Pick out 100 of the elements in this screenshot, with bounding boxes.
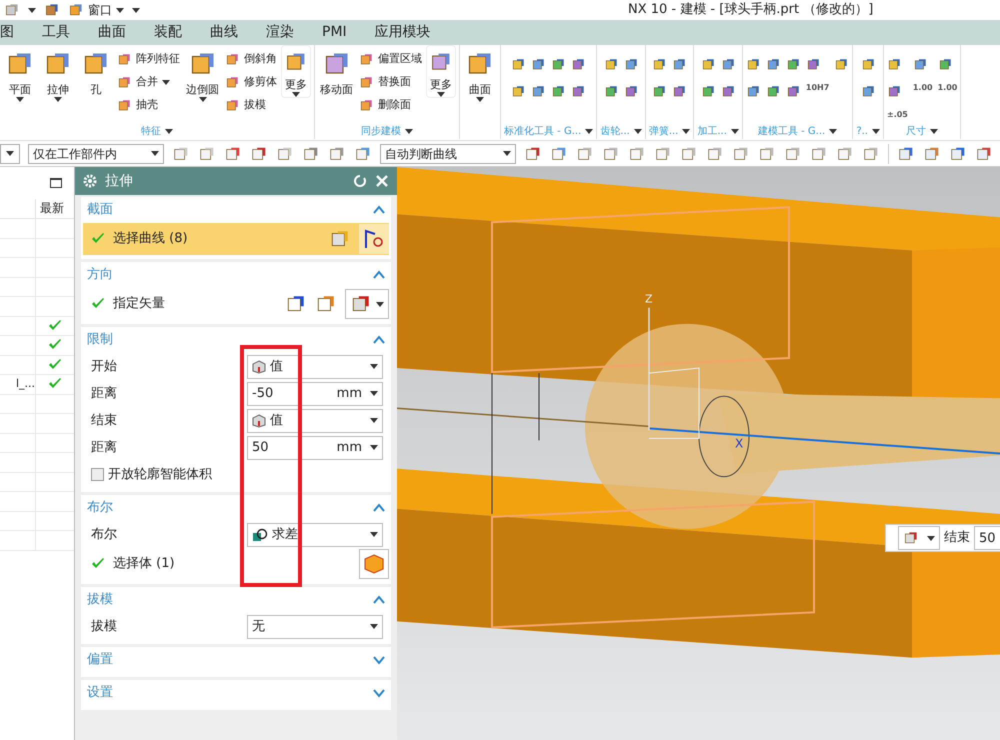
section-title[interactable]: 方向 (87, 265, 373, 285)
section-title[interactable]: 截面 (87, 200, 373, 220)
ribbon-button[interactable]: 移动面 (318, 45, 355, 102)
caret-icon (370, 418, 378, 423)
unit-dropdown[interactable]: mm (320, 382, 382, 404)
caret-icon (370, 624, 378, 629)
caret-icon (376, 302, 384, 306)
section-title[interactable]: 布尔 (87, 498, 373, 518)
expand-chevron-icon[interactable] (373, 655, 385, 665)
subtract-icon (252, 528, 268, 542)
caret-icon (6, 151, 14, 156)
dimension-label: 1.00 (912, 84, 933, 94)
ribbon-group-label: 标准化工具 - G... (504, 124, 582, 138)
body-select-button[interactable] (359, 549, 389, 579)
end-distance-input[interactable]: 50 (974, 526, 1000, 550)
field-label: 结束 (91, 412, 118, 430)
ribbon-group-label: 齿轮... (600, 124, 630, 138)
caret-icon (370, 445, 378, 450)
ribbon-button[interactable]: 孔 (79, 45, 113, 102)
unit-dropdown[interactable]: mm (320, 436, 382, 458)
ribbon-small-button[interactable]: 偏置区域 (359, 49, 422, 69)
collapse-chevron-icon[interactable] (373, 205, 385, 215)
caret-icon (503, 151, 511, 156)
expand-chevron-icon[interactable] (373, 688, 385, 698)
collapse-chevron-icon[interactable] (373, 335, 385, 345)
dimension-label: ±.05 (886, 111, 908, 119)
selection-label: 选择曲线 (8) (113, 230, 189, 248)
collapse-chevron-icon[interactable] (373, 503, 385, 513)
caret-icon (165, 128, 173, 134)
more-button[interactable]: 更多 (426, 45, 456, 98)
feature-name: l_... (16, 376, 35, 392)
customize-caret-icon (132, 8, 140, 12)
caret-icon (927, 536, 935, 540)
caret-icon (370, 364, 378, 369)
caret-icon (634, 128, 642, 134)
menu-tab[interactable]: 装配 (154, 22, 182, 43)
ribbon-group-label: 同步建模 (361, 124, 401, 138)
ribbon-small-button[interactable]: 替换面 (359, 72, 422, 92)
menu-tab[interactable]: 应用模块 (374, 22, 431, 43)
menu-tab[interactable]: 工具 (42, 22, 70, 43)
ribbon-button[interactable]: 曲面 (463, 45, 497, 102)
caret-icon (370, 391, 378, 396)
checkbox[interactable] (91, 468, 104, 481)
selection-label: 选择体 (1) (113, 555, 176, 574)
dropdown-field[interactable]: 无 (247, 614, 383, 638)
collapse-chevron-icon[interactable] (373, 270, 385, 280)
ribbon-small-button[interactable]: 阵列特征 (117, 49, 180, 69)
dropdown-field[interactable]: 值 (247, 354, 383, 378)
dropdown-field[interactable]: 值 (247, 408, 383, 432)
menu-tab[interactable]: 图 (0, 22, 14, 43)
distance-field[interactable]: -50 mm (247, 382, 383, 406)
distance-field[interactable]: 50 mm (247, 436, 383, 460)
limit-type-dropdown[interactable] (898, 526, 940, 550)
ribbon-button[interactable]: 拉伸 (41, 45, 75, 102)
dropdown-field[interactable]: 求差 (247, 522, 383, 546)
settings-icon[interactable] (83, 174, 97, 188)
window-menu[interactable]: 窗口 (68, 1, 124, 19)
caret-icon (151, 151, 159, 156)
menu-tab[interactable]: 渲染 (266, 22, 294, 43)
scope-dropdown[interactable]: 仅在工作部件内 (28, 144, 164, 164)
ribbon-group-label: 弹簧... (648, 124, 678, 138)
selection-row[interactable]: 选择曲线 (8) (83, 223, 389, 255)
section-title[interactable]: 设置 (87, 683, 373, 703)
menu-tab[interactable]: 曲面 (98, 22, 126, 43)
ribbon-group-label: 建模工具 - G... (758, 124, 826, 138)
dialog-title: 拉伸 (105, 172, 134, 190)
caret-icon (405, 128, 413, 134)
ribbon-small-button[interactable]: 倒斜角 (225, 49, 277, 69)
menu-tab[interactable]: 曲线 (210, 22, 238, 43)
ribbon-small-button[interactable]: 合并 (117, 72, 180, 92)
section-title[interactable]: 限制 (87, 330, 373, 350)
reset-icon[interactable] (353, 174, 367, 188)
curve-rule-dropdown[interactable]: 自动判断曲线 (380, 144, 516, 164)
ribbon-group-label: 尺寸 (906, 124, 926, 138)
ribbon-small-button[interactable]: 修剪体 (225, 72, 277, 92)
ribbon-small-button[interactable]: 抽壳 (117, 95, 180, 115)
collapse-chevron-icon[interactable] (373, 595, 385, 605)
ribbon-group-label: ?.. (856, 124, 868, 138)
column-header[interactable]: 最新 (36, 199, 74, 218)
ribbon-button[interactable]: 平面 (3, 45, 37, 102)
caret-icon (682, 128, 690, 134)
selection-label: 指定矢量 (113, 295, 166, 314)
filter-dropdown[interactable] (0, 144, 20, 164)
curve-icon (363, 228, 385, 250)
ribbon-small-button[interactable]: 拔模 (225, 95, 277, 115)
vector-dropdown-button[interactable] (345, 289, 389, 319)
section-title[interactable]: 偏置 (87, 650, 373, 670)
dimension-label: 10H7 (806, 84, 830, 94)
menu-tab[interactable]: PMI (322, 22, 347, 43)
ribbon-button[interactable]: 边倒圆 (184, 45, 221, 102)
section-title[interactable]: 拔模 (87, 590, 373, 610)
curve-select-button[interactable] (359, 224, 389, 254)
close-icon[interactable] (375, 174, 389, 188)
more-button[interactable]: 更多 (281, 45, 311, 98)
checkbox-label: 开放轮廓智能体积 (108, 466, 212, 484)
caret-icon (585, 128, 594, 134)
caret-icon (930, 128, 938, 134)
ribbon-small-button[interactable]: 删除面 (359, 95, 422, 115)
maximize-icon[interactable] (50, 178, 62, 188)
field-label: 距离 (91, 438, 118, 457)
